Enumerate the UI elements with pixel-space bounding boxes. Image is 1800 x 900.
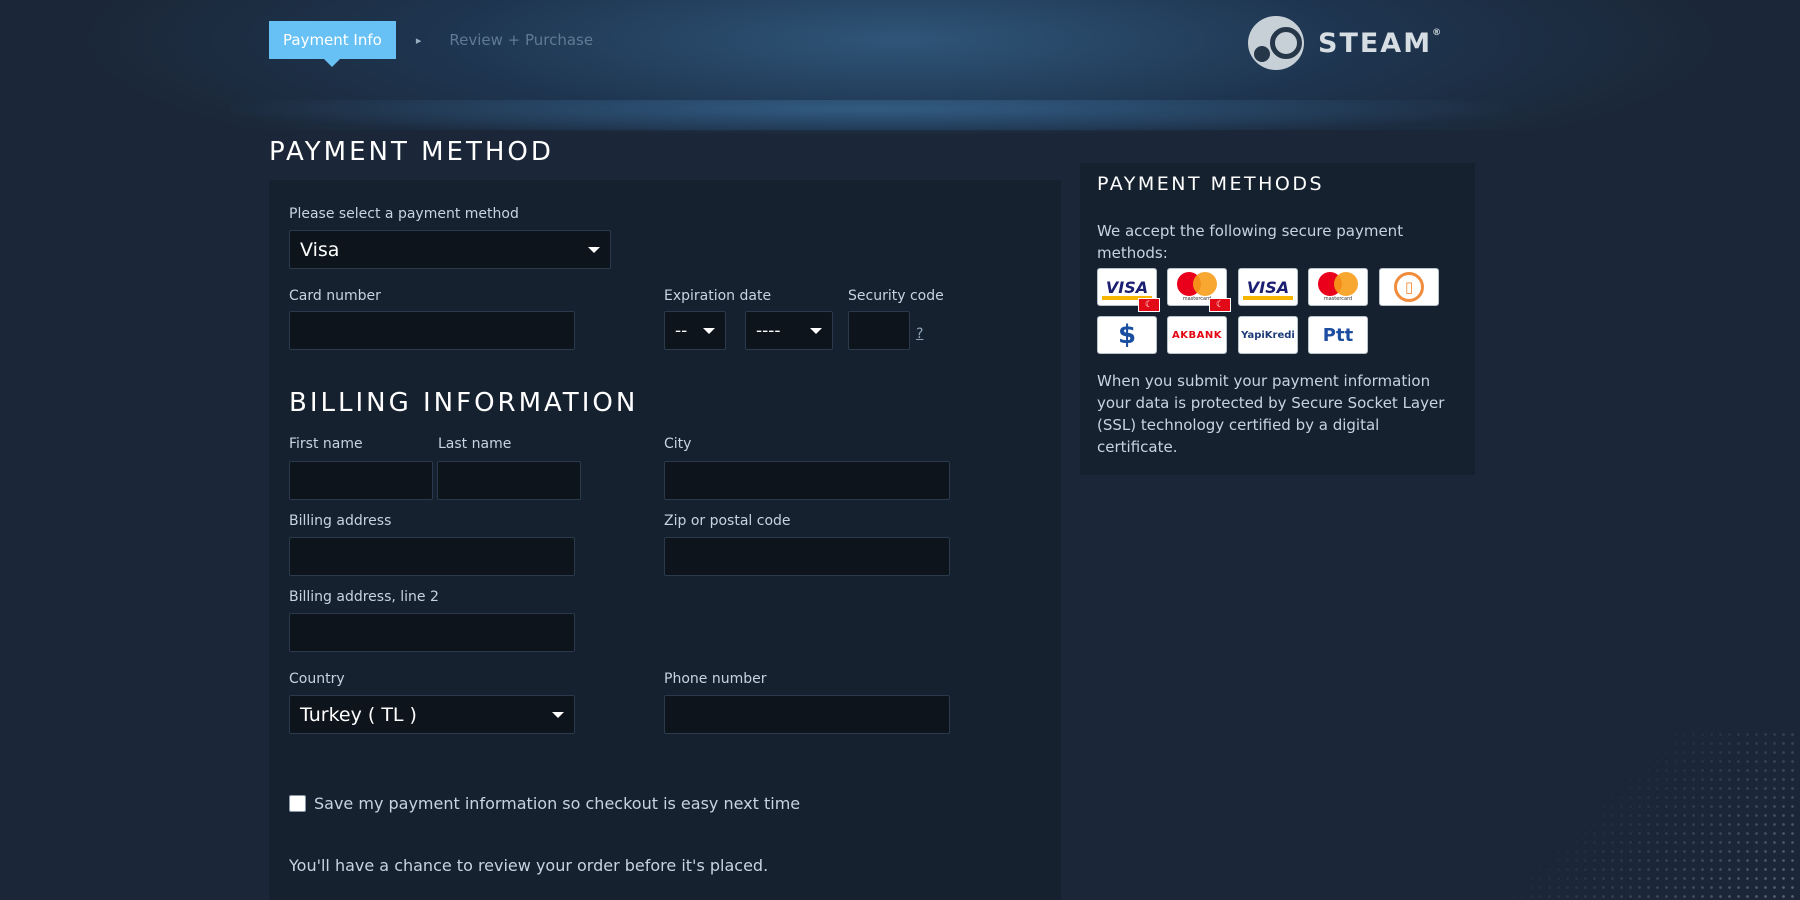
review-order-note: You'll have a chance to review your orde… <box>289 856 769 875</box>
turkey-flag-icon: ☾ <box>1138 298 1160 312</box>
dollar-payment-logo: $ <box>1097 316 1157 354</box>
payment-methods-title: PAYMENT METHODS <box>1097 173 1325 195</box>
security-code-help-link[interactable]: ? <box>916 326 923 342</box>
breadcrumb-review-purchase: Review + Purchase <box>449 31 594 49</box>
billing-address2-input[interactable] <box>289 613 575 652</box>
country-label: Country <box>289 671 345 687</box>
steam-logo-icon <box>1248 16 1304 70</box>
chevron-down-icon <box>588 246 600 253</box>
visa-logo-text: VISA <box>1105 277 1149 297</box>
yapikredi-logo-text: YapiKredi <box>1241 329 1295 341</box>
dollar-icon: $ <box>1117 320 1137 350</box>
chevron-down-icon <box>552 711 564 718</box>
turkey-flag-icon: ☾ <box>1209 298 1231 312</box>
ptt-logo: Ptt <box>1308 316 1368 354</box>
expiration-date-label: Expiration date <box>664 288 772 304</box>
akbank-logo-text: AKBANK <box>1172 329 1222 341</box>
akbank-logo: AKBANK <box>1167 316 1227 354</box>
breadcrumb-payment-info: Payment Info <box>269 21 396 67</box>
steam-logo-text: STEAM <box>1318 27 1433 59</box>
city-input[interactable] <box>664 461 950 500</box>
payment-form-panel: Please select a payment method Visa Card… <box>269 180 1061 900</box>
expiration-month-select[interactable]: -- <box>664 311 726 350</box>
breadcrumb-arrow-icon: ▸ <box>415 33 422 47</box>
ssl-security-text: When you submit your payment information… <box>1097 372 1445 456</box>
billing-address2-label: Billing address, line 2 <box>289 589 439 605</box>
first-name-input[interactable] <box>289 461 433 500</box>
last-name-input[interactable] <box>437 461 581 500</box>
card-number-input[interactable] <box>289 311 575 350</box>
ptt-logo-text: Ptt <box>1322 324 1354 346</box>
billing-address-label: Billing address <box>289 513 392 529</box>
security-code-label: Security code <box>848 288 944 304</box>
first-name-label: First name <box>289 436 363 452</box>
mobile-phone-icon: ▯ <box>1394 272 1424 302</box>
phone-number-label: Phone number <box>664 671 767 687</box>
payment-method-select[interactable]: Visa <box>289 230 611 269</box>
chevron-down-icon <box>703 327 715 334</box>
checkout-breadcrumb: Payment Info ▸ Review + Purchase <box>269 21 594 67</box>
chevron-down-icon <box>810 327 822 334</box>
save-payment-label[interactable]: Save my payment information so checkout … <box>314 794 800 813</box>
payment-method-value: Visa <box>300 238 340 261</box>
zip-code-label: Zip or postal code <box>664 513 791 529</box>
payment-method-label: Please select a payment method <box>289 206 519 222</box>
card-number-label: Card number <box>289 288 381 304</box>
mastercard-logo-text: mastercard <box>1182 296 1212 302</box>
last-name-label: Last name <box>438 436 512 452</box>
mastercard-icon <box>1177 272 1217 296</box>
payment-methods-sidebar: PAYMENT METHODS We accept the following … <box>1080 163 1475 475</box>
country-select[interactable]: Turkey ( TL ) <box>289 695 575 734</box>
steam-logo[interactable]: STEAM® <box>1248 16 1443 70</box>
billing-information-title: BILLING INFORMATION <box>289 388 639 418</box>
yapikredi-logo: YapiKredi <box>1238 316 1298 354</box>
mobile-payment-logo: ▯ <box>1379 268 1439 306</box>
visa-logo-text: VISA <box>1246 277 1290 297</box>
accepted-methods-text: We accept the following secure payment m… <box>1097 222 1404 262</box>
country-value: Turkey ( TL ) <box>300 703 417 726</box>
dot-pattern-decoration <box>1500 730 1800 900</box>
expiration-year-select[interactable]: ---- <box>745 311 833 350</box>
save-payment-checkbox[interactable] <box>289 795 306 812</box>
expiration-year-value: ---- <box>756 320 781 341</box>
security-code-input[interactable] <box>848 311 910 350</box>
expiration-month-value: -- <box>675 320 688 341</box>
zip-code-input[interactable] <box>664 537 950 576</box>
mastercard-icon <box>1318 272 1358 296</box>
payment-method-title: PAYMENT METHOD <box>269 137 554 167</box>
billing-address-input[interactable] <box>289 537 575 576</box>
mastercard-logo-text: mastercard <box>1323 296 1353 302</box>
city-label: City <box>664 436 692 452</box>
visa-logo-alt: VISA <box>1238 268 1298 306</box>
mastercard-logo-alt: mastercard <box>1308 268 1368 306</box>
phone-number-input[interactable] <box>664 695 950 734</box>
registered-mark: ® <box>1432 27 1444 38</box>
